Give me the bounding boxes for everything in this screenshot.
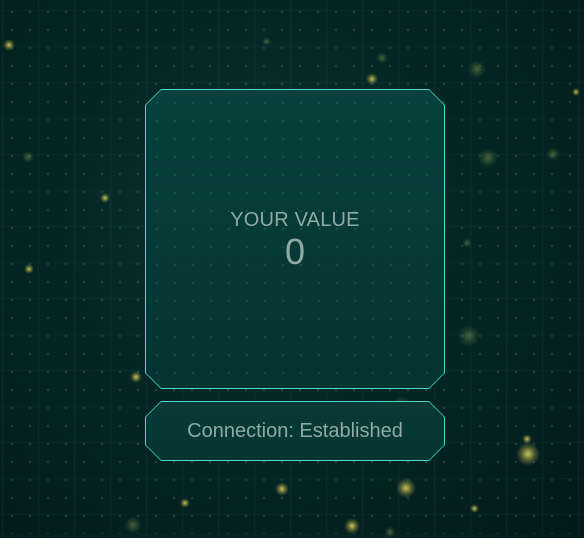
particle (24, 264, 34, 274)
particle (470, 504, 479, 513)
particle (458, 325, 480, 347)
particle (180, 498, 190, 508)
value-label: YOUR VALUE (230, 209, 360, 231)
connection-status-text: Connection: Established (187, 420, 403, 442)
particle (546, 147, 560, 161)
particle (376, 52, 388, 64)
particle (366, 73, 378, 85)
particle (462, 238, 472, 248)
particle (262, 37, 271, 46)
particle (130, 371, 142, 383)
particle (275, 482, 289, 496)
value-panel: YOUR VALUE 0 (145, 89, 445, 389)
particle (100, 193, 110, 203)
particle (124, 516, 142, 534)
particle (344, 518, 360, 534)
particle (3, 39, 15, 51)
particle (384, 526, 396, 538)
particle (516, 442, 540, 466)
particle (22, 151, 34, 163)
value-display: 0 (284, 231, 306, 272)
particle (572, 88, 580, 96)
particle (468, 60, 486, 78)
particle (478, 148, 498, 168)
particle (396, 478, 416, 498)
connection-status-panel: Connection: Established (145, 401, 445, 461)
